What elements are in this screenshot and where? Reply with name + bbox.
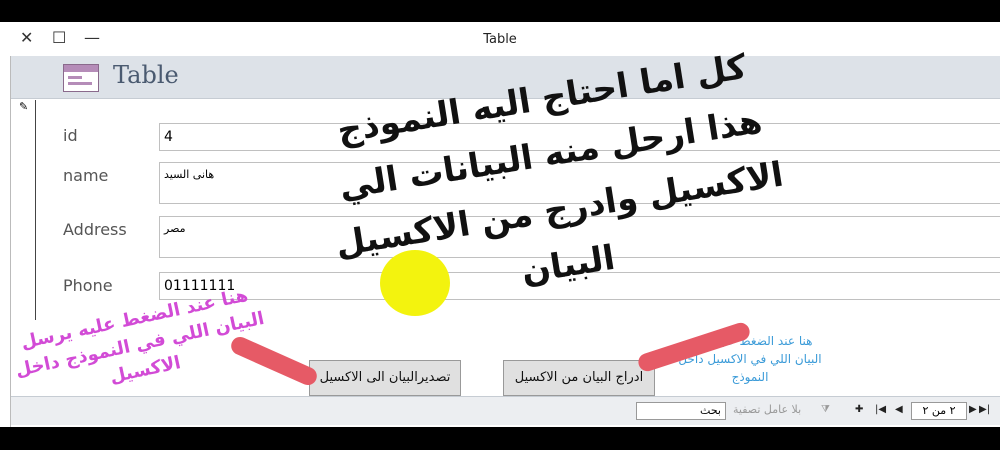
form-header-title: Table	[113, 61, 179, 89]
previous-record-icon[interactable]: ◀	[895, 404, 903, 415]
import-note-line: النموذج	[731, 370, 769, 384]
filter-icon: ⧩	[821, 404, 830, 415]
pencil-icon: ✎	[19, 100, 29, 113]
window-title: Table	[483, 32, 517, 47]
import-from-excel-button[interactable]: ادراج البيان من الاكسيل	[503, 360, 655, 396]
title-bar: ✕ ☐ — Table	[0, 22, 1000, 56]
video-letterbox	[0, 427, 1000, 450]
no-filter-label[interactable]: بلا عامل تصفية	[733, 403, 801, 416]
first-record-icon[interactable]: |◀	[875, 404, 886, 415]
address-label: Address	[63, 220, 127, 239]
record-navigation-bar: ▶| ▶ ٢ من ٢ ◀ |◀ ✚ بلا عامل تصفية ⧩ بحث	[11, 396, 1000, 425]
export-to-excel-button[interactable]: تصديرالبيان الى الاكسيل	[309, 360, 461, 396]
id-label: id	[63, 126, 78, 145]
record-number[interactable]: ٢ من ٢	[911, 402, 967, 420]
form-icon	[63, 64, 99, 92]
last-record-icon[interactable]: ▶|	[979, 404, 990, 415]
phone-label: Phone	[63, 276, 113, 295]
new-record-icon[interactable]: ✚	[855, 404, 863, 415]
search-box[interactable]: بحث	[636, 402, 726, 420]
record-selector[interactable]: ✎	[17, 100, 36, 320]
name-label: name	[63, 166, 109, 185]
next-record-icon[interactable]: ▶	[969, 404, 977, 415]
